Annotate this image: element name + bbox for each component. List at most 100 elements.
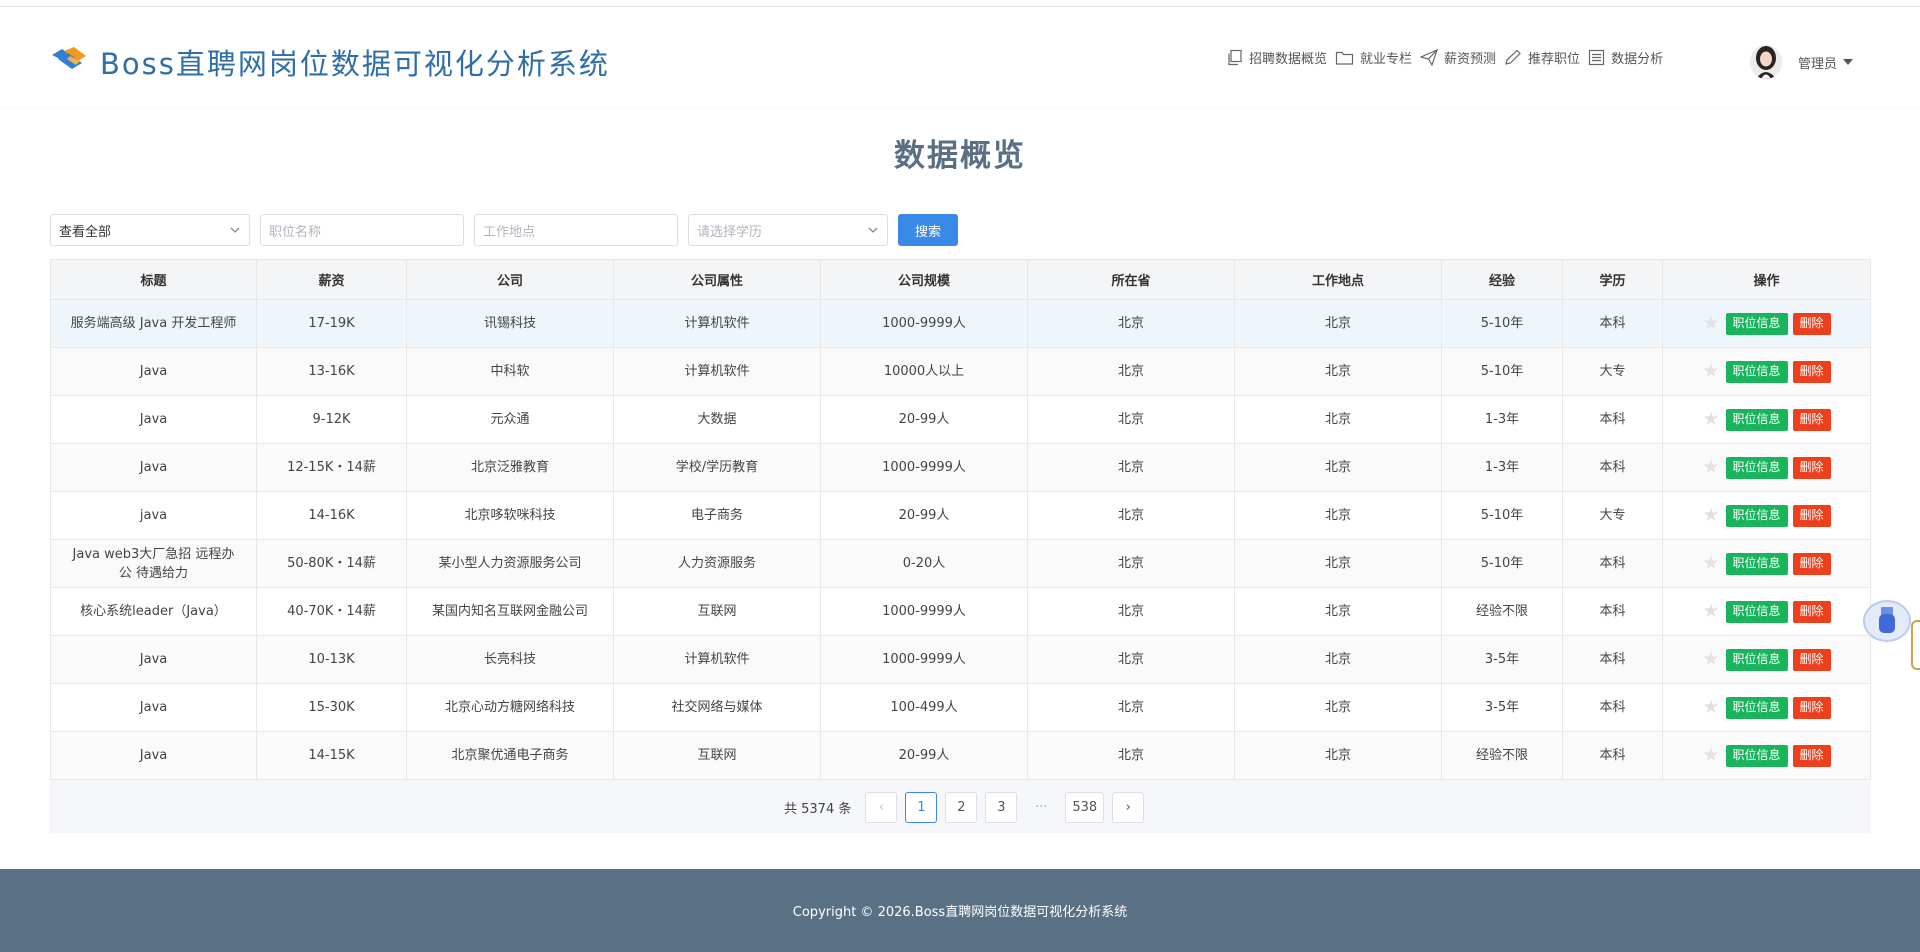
salary-cell: 10-13K: [256, 635, 407, 684]
prev-page-button[interactable]: ‹: [865, 792, 898, 823]
user-menu[interactable]: 管理员: [1750, 45, 1854, 79]
star-icon[interactable]: ★: [1702, 602, 1719, 621]
job-info-button[interactable]: 职位信息: [1725, 360, 1788, 383]
star-icon[interactable]: ★: [1702, 458, 1719, 477]
star-icon[interactable]: ★: [1702, 746, 1719, 765]
delete-button[interactable]: 删除: [1792, 744, 1831, 767]
type-select[interactable]: 查看全部: [50, 214, 250, 246]
experience-cell: 1-3年: [1441, 395, 1563, 444]
company-scale-cell: 0-20人: [820, 539, 1028, 588]
table-row[interactable]: Java 9-12K 元众通 大数据 20-99人 北京 北京 1-3年 本科 ★ 职位信息 删除: [50, 395, 1871, 444]
company-attr-cell: 计算机软件: [613, 299, 821, 348]
row-actions: ★ 职位信息 删除: [1679, 552, 1854, 575]
location-cell: 北京: [1234, 635, 1442, 684]
title-cell: 服务端高级 Java 开发工程师: [50, 299, 257, 348]
job-info-button[interactable]: 职位信息: [1725, 744, 1788, 767]
nav-item-employment[interactable]: 就业专栏: [1335, 48, 1412, 67]
actions-cell: ★ 职位信息 删除: [1662, 299, 1871, 348]
row-actions: ★ 职位信息 删除: [1679, 504, 1854, 527]
page-button-last[interactable]: 538: [1065, 792, 1105, 823]
table-row[interactable]: 核心系统leader（Java） 40-70K・14薪 某国内知名互联网金融公司 互联…: [50, 587, 1871, 636]
table-row[interactable]: Java 15-30K 北京心动方糖网络科技 社交网络与媒体 100-499人 北京 北京 3…: [50, 683, 1871, 732]
location-cell: 北京: [1234, 299, 1442, 348]
delete-button[interactable]: 删除: [1792, 360, 1831, 383]
pagination-ellipsis[interactable]: ···: [1025, 800, 1057, 815]
salary-cell: 15-30K: [256, 683, 407, 732]
nav-item-analysis[interactable]: 数据分析: [1588, 48, 1663, 67]
table-row[interactable]: Java 12-15K・14薪 北京泛雅教育 学校/学历教育 1000-9999人 北京北…: [50, 443, 1871, 492]
side-drawer-handle[interactable]: [1911, 620, 1920, 670]
row-actions: ★ 职位信息 删除: [1679, 744, 1854, 767]
table-row[interactable]: Java web3大厂急招 远程办公 待遇给力 50-80K・14薪 某小型人力资源…: [50, 539, 1871, 588]
avatar[interactable]: [1750, 45, 1782, 79]
company-scale-cell: 1000-9999人: [820, 587, 1028, 636]
star-icon[interactable]: ★: [1702, 506, 1719, 525]
delete-button[interactable]: 删除: [1792, 312, 1831, 335]
page-button[interactable]: 1: [905, 792, 938, 823]
col-header[interactable]: 公司: [406, 259, 614, 300]
pagination-bar: 共 5374 条 ‹ 1 2 3 ··· 538 ›: [50, 780, 1870, 833]
company-scale-cell: 100-499人: [820, 683, 1028, 732]
star-icon[interactable]: ★: [1702, 410, 1719, 429]
table-row[interactable]: 服务端高级 Java 开发工程师 17-19K 讯锡科技 计算机软件 1000-9999…: [50, 299, 1871, 348]
salary-cell: 12-15K・14薪: [256, 443, 407, 492]
col-header[interactable]: 公司规模: [820, 259, 1028, 300]
delete-button[interactable]: 删除: [1792, 600, 1831, 623]
col-header[interactable]: 标题: [50, 259, 257, 300]
search-button[interactable]: 搜索: [898, 214, 958, 246]
nav-item-salary-predict[interactable]: 薪资预测: [1420, 48, 1496, 67]
delete-button[interactable]: 删除: [1792, 648, 1831, 671]
page-button[interactable]: 3: [985, 792, 1018, 823]
delete-button[interactable]: 删除: [1792, 696, 1831, 719]
star-icon[interactable]: ★: [1702, 554, 1719, 573]
table-row[interactable]: Java 14-15K 北京聚优通电子商务 互联网 20-99人 北京 北京 经验不限 本科 ★ 职…: [50, 731, 1871, 780]
page-button[interactable]: 2: [945, 792, 978, 823]
delete-button[interactable]: 删除: [1792, 504, 1831, 527]
experience-cell: 1-3年: [1441, 443, 1563, 492]
next-page-button[interactable]: ›: [1112, 792, 1145, 823]
title-cell: java: [50, 491, 257, 540]
user-name: 管理员: [1798, 56, 1838, 72]
job-info-button[interactable]: 职位信息: [1725, 456, 1788, 479]
star-icon[interactable]: ★: [1702, 314, 1719, 333]
delete-button[interactable]: 删除: [1792, 456, 1831, 479]
user-avatar-icon: [1750, 45, 1782, 79]
delete-button[interactable]: 删除: [1792, 408, 1831, 431]
job-info-button[interactable]: 职位信息: [1725, 696, 1788, 719]
company-cell: 元众通: [406, 395, 614, 444]
nav-item-recommend[interactable]: 推荐职位: [1504, 48, 1580, 67]
company-cell: 某国内知名互联网金融公司: [406, 587, 614, 636]
col-header[interactable]: 所在省: [1027, 259, 1235, 300]
job-info-button[interactable]: 职位信息: [1725, 600, 1788, 623]
star-icon[interactable]: ★: [1702, 362, 1719, 381]
col-header[interactable]: 学历: [1562, 259, 1663, 300]
star-icon[interactable]: ★: [1702, 698, 1719, 717]
delete-button[interactable]: 删除: [1792, 552, 1831, 575]
table-row[interactable]: java 14-16K 北京哆软咪科技 电子商务 20-99人 北京 北京 5-10年 大专 ★ 职…: [50, 491, 1871, 540]
company-attr-cell: 大数据: [613, 395, 821, 444]
education-select[interactable]: 请选择学历: [688, 214, 888, 246]
table-row[interactable]: Java 10-13K 长亮科技 计算机软件 1000-9999人 北京 北京 3-5年 本科 ★…: [50, 635, 1871, 684]
job-info-button[interactable]: 职位信息: [1725, 408, 1788, 431]
table-row[interactable]: Java 13-16K 中科软 计算机软件 10000人以上 北京 北京 5-10年 大专 ★ 职位…: [50, 347, 1871, 396]
col-header[interactable]: 经验: [1441, 259, 1563, 300]
col-header[interactable]: 公司属性: [613, 259, 821, 300]
province-cell: 北京: [1027, 539, 1235, 588]
job-info-button[interactable]: 职位信息: [1725, 552, 1788, 575]
nav-item-overview[interactable]: 招聘数据概览: [1226, 48, 1327, 67]
job-info-button[interactable]: 职位信息: [1725, 312, 1788, 335]
col-header[interactable]: 薪资: [256, 259, 407, 300]
job-name-input[interactable]: 职位名称: [260, 214, 464, 246]
location-input[interactable]: 工作地点: [474, 214, 678, 246]
pen-icon: [1505, 49, 1521, 65]
job-info-button[interactable]: 职位信息: [1725, 648, 1788, 671]
job-info-button[interactable]: 职位信息: [1725, 504, 1788, 527]
star-icon[interactable]: ★: [1702, 650, 1719, 669]
chevron-down-icon: [868, 227, 878, 233]
col-header[interactable]: 工作地点: [1234, 259, 1442, 300]
floating-assistant-button[interactable]: [1863, 600, 1911, 642]
location-cell: 北京: [1234, 587, 1442, 636]
title-cell: Java web3大厂急招 远程办公 待遇给力: [50, 539, 257, 588]
company-attr-cell: 社交网络与媒体: [613, 683, 821, 732]
app-title[interactable]: Boss直聘网岗位数据可视化分析系统: [100, 41, 610, 83]
